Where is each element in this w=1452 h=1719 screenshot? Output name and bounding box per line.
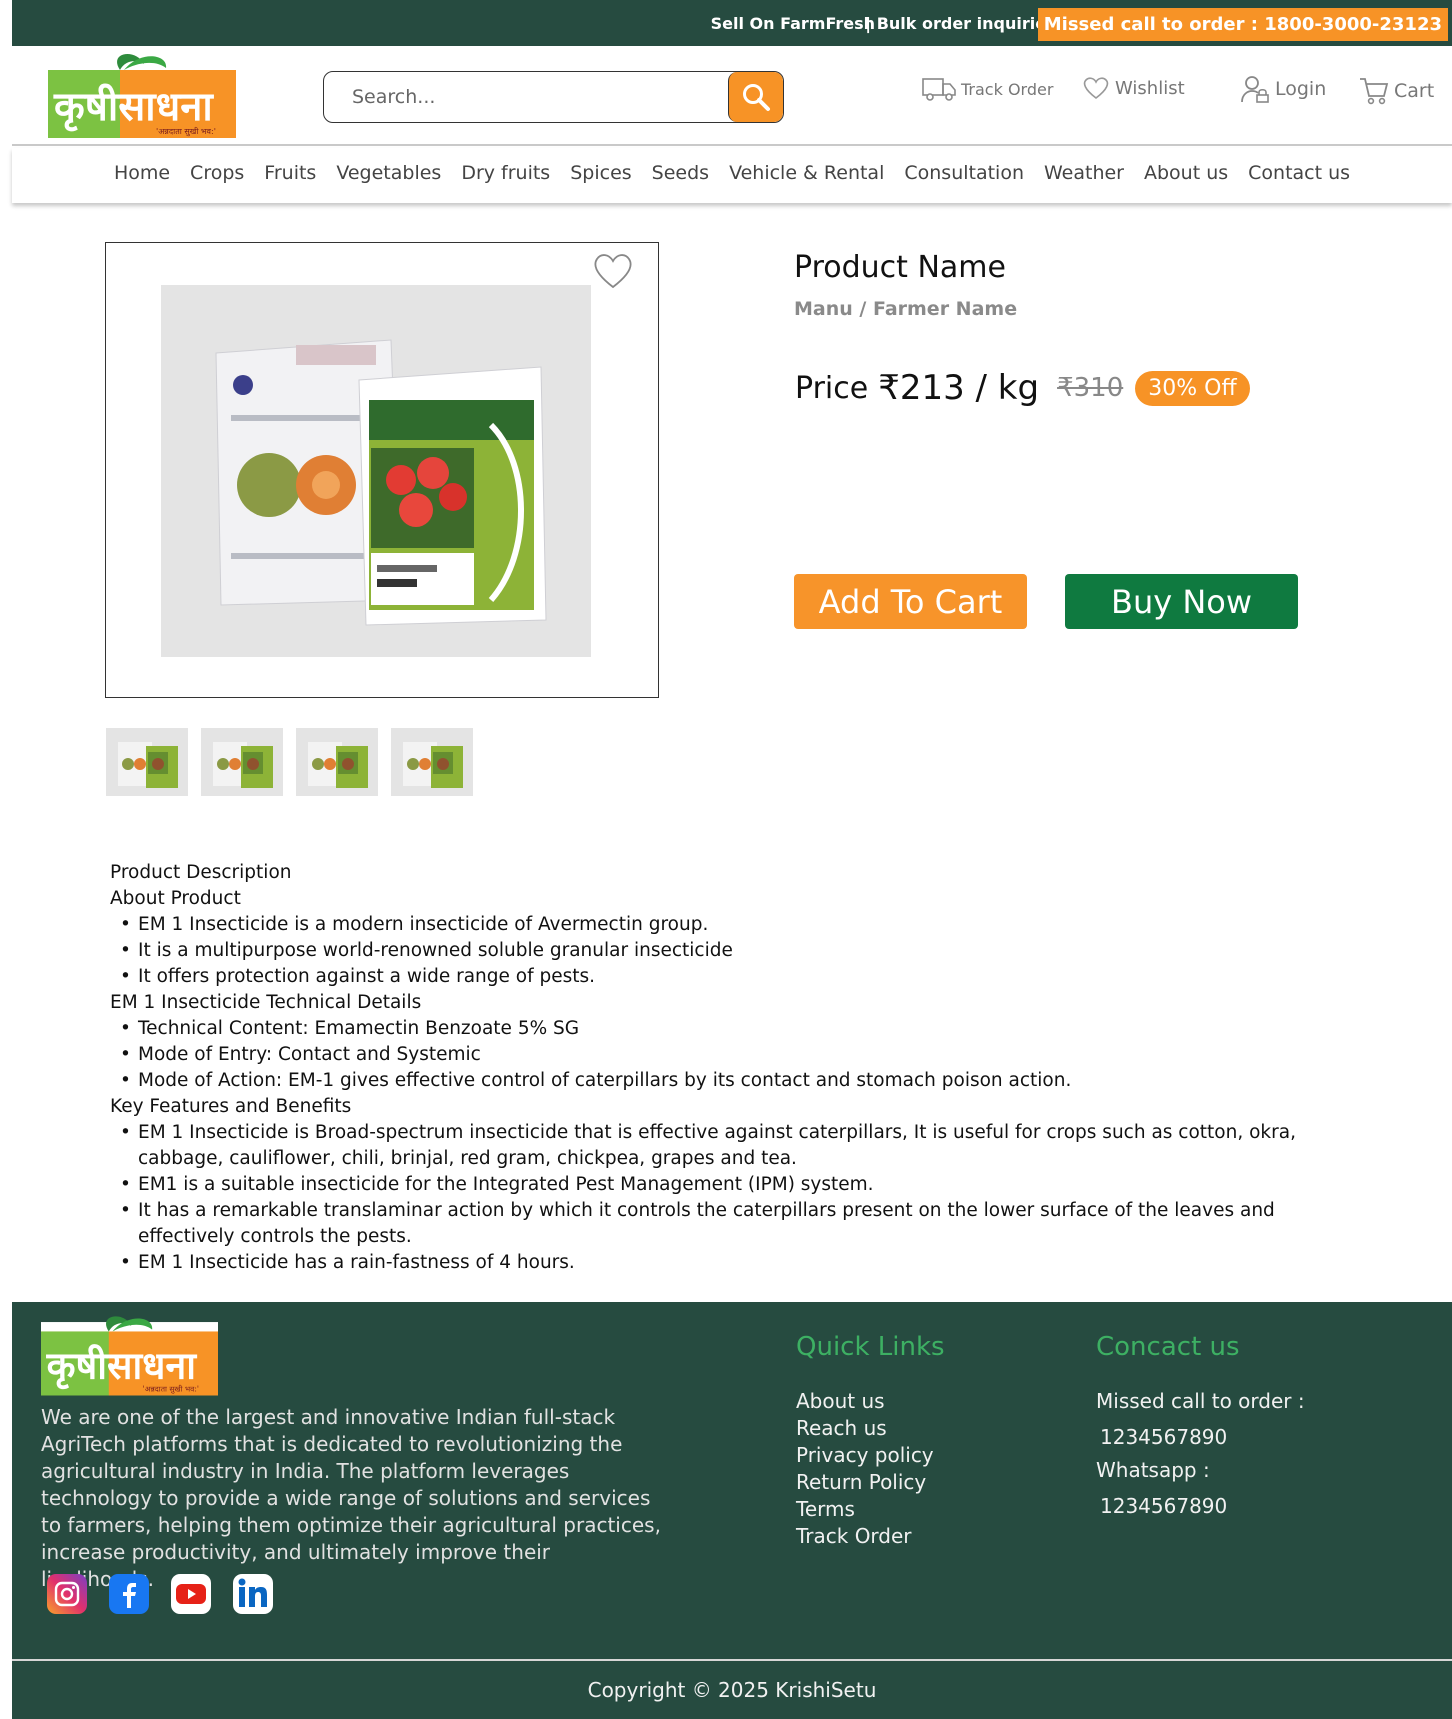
cart-label: Cart (1394, 80, 1435, 102)
sell-link[interactable]: Sell On FarmFresh (711, 14, 875, 33)
contact-info: Missed call to order : 1234567890 Whatsa… (1096, 1388, 1305, 1526)
footer-about-text: We are one of the largest and innovative… (41, 1405, 661, 1591)
login-link[interactable]: Login (1240, 74, 1326, 104)
footer-logo[interactable]: कृषीसाधना 'अन्नदाता सुखी भव:' (41, 1314, 218, 1396)
buy-now-button[interactable]: Buy Now (1065, 574, 1298, 629)
menu-item-fruits[interactable]: Fruits (264, 162, 316, 184)
list-item: EM 1 Insecticide is a modern insecticide… (120, 912, 1340, 938)
logo-tagline: 'अन्नदाता सुखी भव:' (143, 1385, 199, 1395)
login-label: Login (1275, 78, 1327, 100)
wishlist-label: Wishlist (1115, 77, 1185, 99)
product-description: Product Description About Product EM 1 I… (110, 860, 1340, 1276)
menu-item-seeds[interactable]: Seeds (652, 162, 709, 184)
search-bar (323, 71, 784, 123)
seller-name[interactable]: Manu / Farmer Name (794, 298, 1017, 320)
list-item: Technical Content: Emamectin Benzoate 5%… (120, 1016, 1340, 1042)
site-header: कृषीसाधना 'अन्नदाता सुखी भव:' Track Orde… (12, 46, 1452, 146)
youtube-icon[interactable] (171, 1574, 211, 1614)
footer-divider (12, 1659, 1452, 1661)
list-item: It has a remarkable translaminar action … (120, 1198, 1340, 1250)
list-item: It offers protection against a wide rang… (120, 964, 1340, 990)
price-row: Price ₹213 / kg ₹310 30% Off (795, 368, 1250, 408)
tech-list: Technical Content: Emamectin Benzoate 5%… (110, 1016, 1340, 1094)
product-image-frame (105, 242, 659, 698)
site-logo[interactable]: कृषीसाधना 'अन्नदाता सुखी भव:' (48, 52, 236, 138)
list-item: EM1 is a suitable insecticide for the In… (120, 1172, 1340, 1198)
footer-link-privacy[interactable]: Privacy policy (796, 1442, 934, 1469)
about-list: EM 1 Insecticide is a modern insecticide… (110, 912, 1340, 990)
footer-link-return[interactable]: Return Policy (796, 1469, 934, 1496)
quick-links-list: About us Reach us Privacy policy Return … (796, 1388, 934, 1550)
footer-link-reach[interactable]: Reach us (796, 1415, 934, 1442)
quick-links-heading: Quick Links (796, 1332, 945, 1362)
logo-text: कृषीसाधना (53, 83, 214, 132)
missed-call-banner[interactable]: Missed call to order : 1800-3000-23123 (1037, 8, 1448, 41)
heart-icon (1083, 77, 1109, 100)
thumbnail[interactable] (106, 728, 188, 796)
instagram-icon[interactable] (47, 1574, 87, 1614)
footer-link-about[interactable]: About us (796, 1388, 934, 1415)
menu-item-weather[interactable]: Weather (1044, 162, 1124, 184)
linkedin-icon[interactable] (233, 1574, 273, 1614)
footer-link-terms[interactable]: Terms (796, 1496, 934, 1523)
features-heading: Key Features and Benefits (110, 1096, 352, 1117)
bulk-order-link[interactable]: | Bulk order inquiries | (865, 14, 1067, 33)
cart-link[interactable]: Cart (1359, 76, 1434, 106)
list-item: It is a multipurpose world-renowned solu… (120, 938, 1340, 964)
technical-details-heading: EM 1 Insecticide Technical Details (110, 992, 422, 1013)
product-name: Product Name (794, 250, 1006, 285)
footer-link-track-order[interactable]: Track Order (796, 1523, 934, 1550)
track-order-label: Track Order (961, 79, 1054, 99)
missed-call-number[interactable]: 1234567890 (1096, 1424, 1305, 1451)
list-item: EM 1 Insecticide has a rain-fastness of … (120, 1250, 1340, 1276)
thumbnail[interactable] (201, 728, 283, 796)
menu-item-dry-fruits[interactable]: Dry fruits (461, 162, 550, 184)
wishlist-link[interactable]: Wishlist (1082, 76, 1185, 100)
truck-icon (922, 78, 956, 101)
logo-text: कृषीसाधना (46, 1344, 198, 1390)
copyright: Copyright © 2025 KrishiSetu (587, 1678, 877, 1702)
cart-icon (1360, 78, 1389, 105)
track-order-link[interactable]: Track Order (922, 76, 1053, 102)
price-value: ₹213 / kg (878, 368, 1040, 408)
site-footer: कृषीसाधना 'अन्नदाता सुखी भव:' We are one… (12, 1302, 1452, 1719)
whatsapp-number[interactable]: 1234567890 (1096, 1493, 1305, 1520)
about-product-heading: About Product (110, 888, 241, 909)
description-heading: Product Description (110, 862, 292, 883)
missed-call-label: Missed call to order : (1096, 1389, 1305, 1413)
facebook-icon[interactable] (109, 1574, 149, 1614)
original-price: ₹310 (1057, 373, 1124, 403)
search-icon (743, 84, 770, 111)
features-list: EM 1 Insecticide is Broad-spectrum insec… (110, 1120, 1340, 1276)
contact-heading: Concact us (1096, 1332, 1240, 1362)
menu-item-vehicle-rental[interactable]: Vehicle & Rental (729, 162, 884, 184)
list-item: Mode of Entry: Contact and Systemic (120, 1042, 1340, 1068)
logo-tagline: 'अन्नदाता सुखी भव:' (156, 126, 216, 137)
add-to-wishlist-button[interactable] (592, 252, 634, 294)
discount-badge: 30% Off (1135, 370, 1250, 406)
thumbnail[interactable] (391, 728, 473, 796)
search-input[interactable] (324, 72, 724, 122)
menu-item-consultation[interactable]: Consultation (904, 162, 1024, 184)
menu-item-crops[interactable]: Crops (190, 162, 244, 184)
menu-item-about-us[interactable]: About us (1144, 162, 1228, 184)
heart-icon (594, 254, 632, 289)
top-bar: Sell On FarmFresh | Bulk order inquiries… (12, 0, 1452, 46)
search-button[interactable] (728, 72, 783, 122)
social-links (47, 1574, 273, 1614)
list-item: Mode of Action: EM-1 gives effective con… (120, 1068, 1340, 1094)
menu-item-home[interactable]: Home (114, 162, 170, 184)
whatsapp-label: Whatsapp : (1096, 1458, 1210, 1482)
price-label: Price (795, 370, 869, 406)
menu-item-spices[interactable]: Spices (570, 162, 631, 184)
product-photo (161, 285, 591, 657)
menu-item-vegetables[interactable]: Vegetables (336, 162, 441, 184)
main-menu: Home Crops Fruits Vegetables Dry fruits … (12, 148, 1452, 203)
thumbnail-strip (106, 728, 473, 796)
user-icon (1241, 76, 1269, 103)
list-item: EM 1 Insecticide is Broad-spectrum insec… (120, 1120, 1340, 1172)
add-to-cart-button[interactable]: Add To Cart (794, 574, 1027, 629)
thumbnail[interactable] (296, 728, 378, 796)
menu-item-contact-us[interactable]: Contact us (1248, 162, 1350, 184)
